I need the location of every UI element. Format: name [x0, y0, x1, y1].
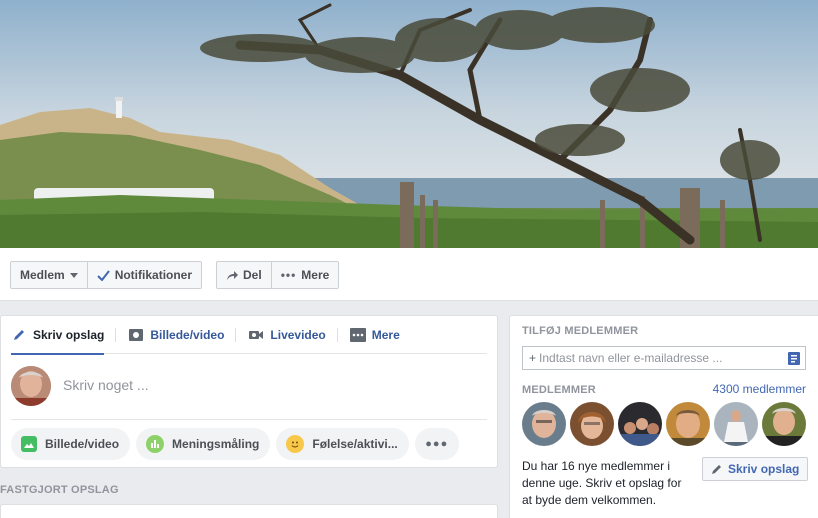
member-dropdown-button[interactable]: Medlem — [11, 262, 87, 288]
more-dots-icon: ●●● — [425, 438, 449, 450]
avatar[interactable] — [618, 402, 662, 446]
checkmark-icon — [96, 269, 110, 281]
pill-label: Følelse/aktivi... — [312, 437, 398, 451]
video-camera-icon — [248, 328, 264, 342]
member-avatars — [522, 402, 810, 446]
photo-icon — [21, 436, 37, 452]
membership-button-group: Medlem Notifikationer — [10, 261, 203, 289]
photo-video-pill[interactable]: Billede/video — [11, 428, 131, 460]
feeling-activity-pill[interactable]: Følelse/aktivi... — [276, 428, 409, 460]
pinned-posts-heading: FASTGJORT OPSLAG — [0, 484, 119, 496]
pinned-post-card — [0, 504, 498, 518]
add-members-heading: TILFØJ MEDLEMMER — [522, 325, 639, 337]
composer-options: Billede/video Meningsmåling Følelse/akti… — [11, 428, 465, 460]
avatar[interactable] — [522, 402, 566, 446]
tab-label: Skriv opslag — [33, 327, 105, 342]
composer-tabs: Skriv opslag Billede/video Livevideo Mer… — [11, 316, 487, 355]
invite-input[interactable]: + Indtast navn eller e-mailadresse ... — [522, 346, 806, 370]
poll-pill[interactable]: Meningsmåling — [136, 428, 271, 460]
member-button-label: Medlem — [20, 268, 65, 282]
more-button-label: Mere — [301, 268, 330, 282]
cover-landscape-image — [0, 0, 818, 248]
pill-label: Meningsmåling — [172, 437, 260, 451]
smiley-icon — [286, 435, 305, 453]
new-members-message: Du har 16 nye medlemmer i denne uge. Skr… — [522, 459, 682, 507]
more-options-pill[interactable]: ●●● — [414, 428, 459, 460]
tab-label: Livevideo — [270, 327, 326, 342]
share-button-group: Del ••• Mere — [216, 261, 340, 289]
members-panel: TILFØJ MEDLEMMER + Indtast navn eller e-… — [509, 315, 818, 518]
avatar[interactable] — [762, 402, 806, 446]
tab-write-post[interactable]: Skriv opslag — [11, 316, 117, 355]
cover-photo — [0, 0, 818, 248]
address-book-icon[interactable] — [788, 352, 800, 365]
write-post-label: Skriv opslag — [728, 462, 800, 476]
composer-input[interactable]: Skriv noget ... — [63, 377, 149, 393]
avatar[interactable] — [666, 402, 710, 446]
tab-label: Billede/video — [150, 327, 225, 342]
members-heading: MEDLEMMER — [522, 384, 596, 396]
tab-more[interactable]: Mere — [349, 316, 412, 354]
members-count-link[interactable]: 4300 medlemmer — [713, 382, 806, 396]
notifications-button-label: Notifikationer — [114, 268, 193, 282]
share-button-label: Del — [243, 268, 262, 282]
tab-label: Mere — [371, 327, 400, 342]
more-dots-icon — [349, 327, 366, 342]
pencil-icon — [11, 328, 27, 342]
post-composer: Skriv opslag Billede/video Livevideo Mer… — [0, 315, 498, 468]
pill-label: Billede/video — [45, 437, 120, 451]
chevron-down-icon — [69, 272, 78, 278]
more-dots-icon: ••• — [280, 268, 297, 282]
avatar[interactable] — [714, 402, 758, 446]
tab-photo-video[interactable]: Billede/video — [128, 316, 237, 354]
share-arrow-icon — [227, 270, 238, 280]
avatar[interactable] — [11, 366, 51, 406]
group-action-bar: Medlem Notifikationer Del ••• Mere — [0, 248, 818, 301]
invite-placeholder: Indtast navn eller e-mailadresse ... — [539, 351, 723, 365]
avatar[interactable] — [570, 402, 614, 446]
share-button[interactable]: Del — [217, 262, 271, 288]
plus-icon: + — [529, 351, 537, 365]
more-button[interactable]: ••• Mere — [270, 262, 339, 288]
photo-icon — [128, 328, 144, 342]
poll-icon — [146, 435, 165, 453]
pencil-icon — [712, 465, 721, 474]
tab-live-video[interactable]: Livevideo — [248, 316, 338, 354]
notifications-button[interactable]: Notifikationer — [86, 262, 201, 288]
divider — [11, 419, 487, 420]
write-post-button[interactable]: Skriv opslag — [702, 457, 809, 481]
